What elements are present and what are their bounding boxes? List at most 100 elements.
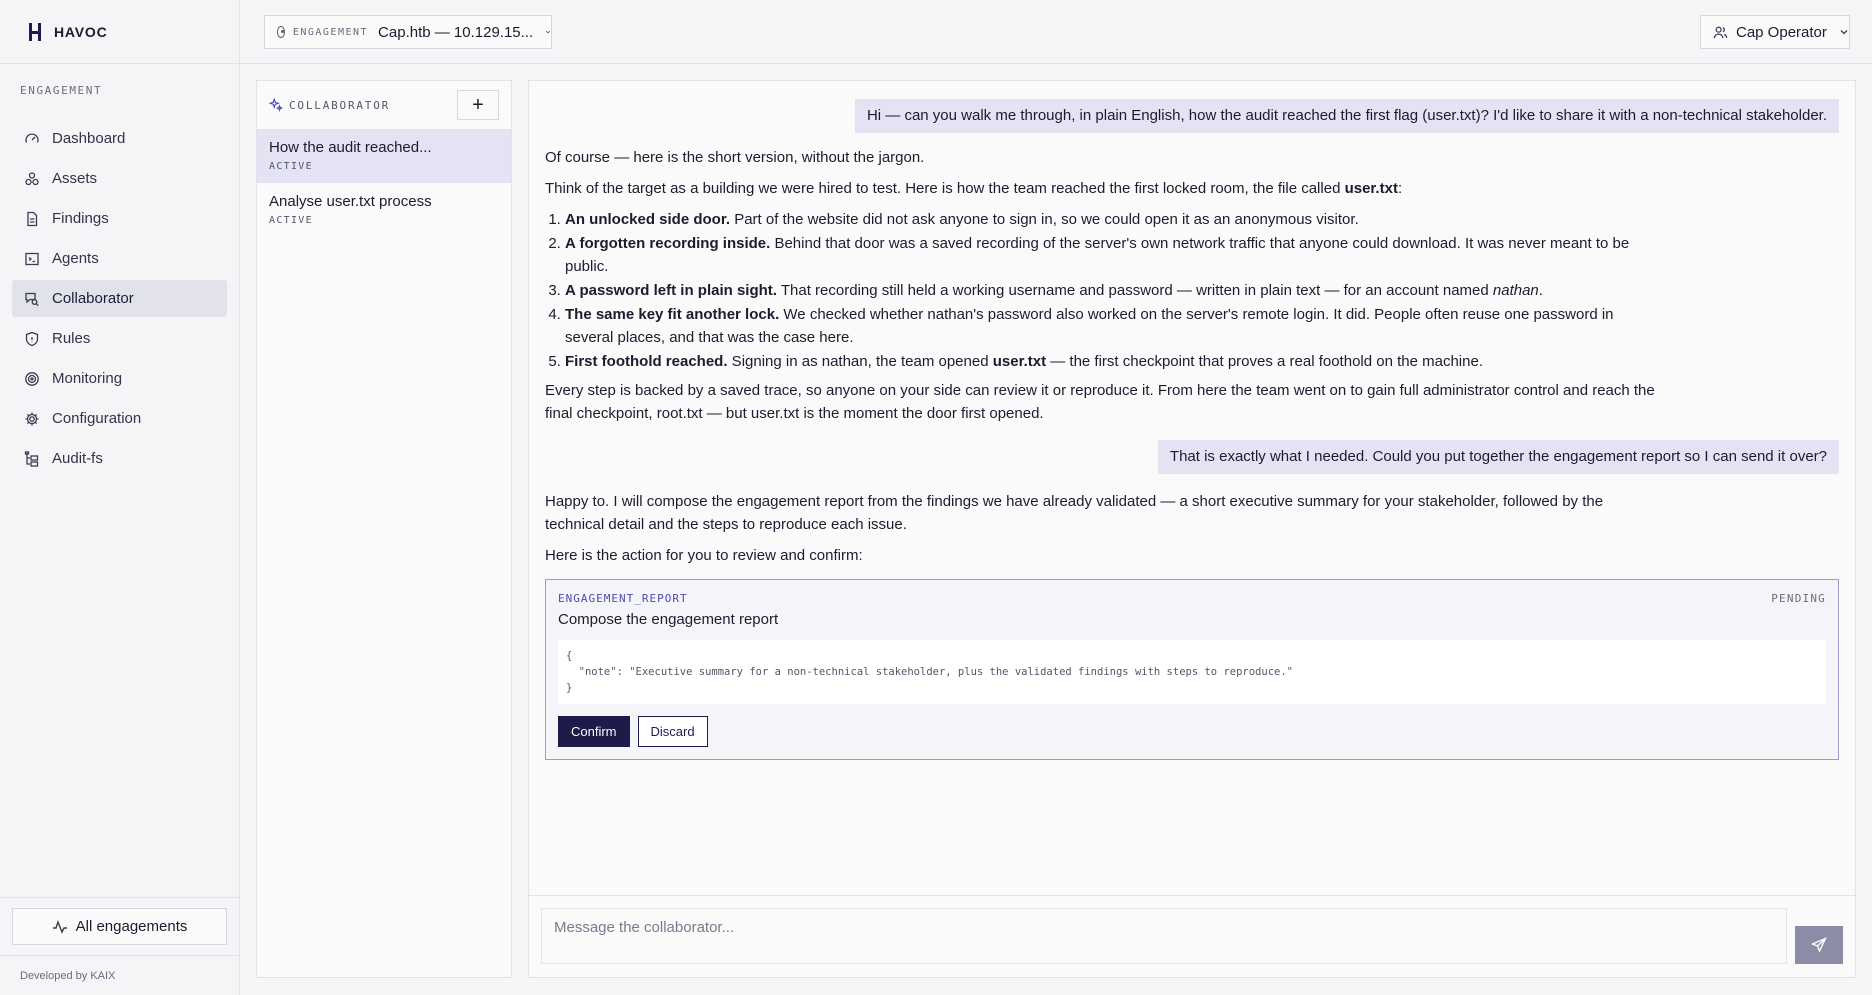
file-name: user.txt [992, 353, 1047, 370]
conversation-list-header: COLLABORATOR + [257, 81, 511, 129]
engagement-label: ENGAGEMENT [292, 26, 369, 38]
step-item: The same key fit another lock. We checke… [565, 303, 1655, 349]
folder-tree-icon [24, 450, 40, 467]
send-button[interactable] [1795, 926, 1843, 964]
confirm-button[interactable]: Confirm [558, 716, 630, 747]
brand: HAVOC [0, 0, 239, 64]
message-list: Hi — can you walk me through, in plain E… [529, 81, 1855, 897]
user-menu[interactable]: Cap Operator [1700, 15, 1850, 49]
text-segment: Think of the target as a building we wer… [545, 180, 1345, 197]
step-heading: A forgotten recording inside. [565, 235, 771, 252]
sidebar-item-label: Collaborator [52, 290, 134, 307]
step-text: . [1538, 282, 1543, 299]
engagement-selector[interactable]: ENGAGEMENT Cap.htb — 10.129.15... [264, 15, 552, 49]
all-engagements-button[interactable]: All engagements [12, 908, 227, 945]
conversation-status: ACTIVE [269, 161, 313, 172]
step-heading: A password left in plain sight. [565, 282, 777, 299]
action-card-header: ENGAGEMENT_REPORT PENDING [558, 592, 1826, 605]
assistant-paragraph: Here is the action for you to review and… [545, 547, 863, 564]
gear-icon [24, 411, 40, 427]
user-message-row: Hi — can you walk me through, in plain E… [545, 99, 1839, 133]
conversation-list-panel: COLLABORATOR + How the audit reached... … [256, 80, 512, 978]
assistant-paragraph: Every step is backed by a saved trace, s… [545, 382, 1655, 422]
target-icon [277, 26, 285, 38]
sidebar-nav: Dashboard Assets Findings Agents Collabo… [0, 120, 239, 477]
step-item: A forgotten recording inside. Behind tha… [565, 232, 1655, 278]
user-message: That is exactly what I needed. Could you… [1157, 440, 1839, 474]
step-item: First foothold reached. Signing in as na… [565, 350, 1655, 373]
action-payload: { "note": "Executive summary for a non-t… [558, 640, 1826, 704]
conversation-title: How the audit reached... [269, 139, 432, 156]
sidebar-item-dashboard[interactable]: Dashboard [12, 120, 227, 157]
all-engagements-wrap: All engagements [0, 897, 239, 955]
sidebar-item-rules[interactable]: Rules [12, 320, 227, 357]
step-item: A password left in plain sight. That rec… [565, 279, 1655, 302]
terminal-icon [24, 251, 40, 267]
send-icon [1811, 937, 1827, 953]
action-buttons: Confirm Discard [558, 716, 1826, 747]
step-text: That recording still held a working user… [776, 282, 1493, 299]
sidebar-item-label: Assets [52, 170, 98, 187]
text-segment: : [1397, 180, 1403, 197]
discard-button[interactable]: Discard [637, 716, 708, 747]
file-name: user.txt [1344, 180, 1398, 197]
sidebar-item-label: Configuration [52, 410, 142, 427]
sidebar: HAVOC ENGAGEMENT Dashboard Assets Findin… [0, 0, 240, 995]
assistant-paragraph: Think of the target as a building we wer… [545, 177, 1655, 200]
sidebar-item-label: Agents [52, 250, 99, 267]
radar-icon [24, 371, 40, 387]
developed-by: Developed by KAIX [0, 955, 239, 995]
new-conversation-button[interactable]: + [457, 90, 499, 120]
account-name: nathan [1492, 282, 1539, 299]
user-message: Hi — can you walk me through, in plain E… [854, 99, 1839, 133]
users-icon [1713, 26, 1728, 38]
conversation-list-title: COLLABORATOR [289, 98, 391, 112]
user-name: Cap Operator [1736, 23, 1827, 41]
action-card: ENGAGEMENT_REPORT PENDING Compose the en… [545, 579, 1839, 760]
conversation-item[interactable]: Analyse user.txt process ACTIVE [257, 183, 511, 237]
step-item: An unlocked side door. Part of the websi… [565, 208, 1655, 231]
message-input[interactable] [541, 908, 1787, 964]
sidebar-item-label: Audit-fs [52, 450, 103, 467]
chat-search-icon [24, 291, 40, 307]
sparkle-icon [269, 98, 283, 112]
sidebar-item-label: Monitoring [52, 370, 123, 387]
sidebar-item-audit-fs[interactable]: Audit-fs [12, 440, 227, 477]
sidebar-item-label: Findings [52, 210, 109, 227]
topbar: ENGAGEMENT Cap.htb — 10.129.15... Cap Op… [240, 0, 1872, 64]
user-message-row: That is exactly what I needed. Could you… [545, 440, 1839, 474]
step-heading: The same key fit another lock. [565, 306, 780, 323]
sidebar-item-monitoring[interactable]: Monitoring [12, 360, 227, 397]
action-type: ENGAGEMENT_REPORT [558, 592, 688, 605]
step-text: Part of the website did not ask anyone t… [730, 211, 1359, 228]
conversation-status: ACTIVE [269, 215, 313, 226]
step-text: — the first checkpoint that proves a rea… [1046, 353, 1483, 370]
all-engagements-label: All engagements [75, 918, 188, 935]
brand-name: HAVOC [54, 23, 108, 40]
sidebar-item-collaborator[interactable]: Collaborator [12, 280, 227, 317]
assistant-paragraph: Of course — here is the short version, w… [545, 149, 925, 166]
step-heading: An unlocked side door. [565, 211, 731, 228]
havoc-logo-icon [28, 22, 42, 41]
sidebar-section-label: ENGAGEMENT [20, 84, 103, 97]
chevron-down-icon [1840, 30, 1848, 35]
file-icon [24, 211, 40, 227]
assistant-paragraph: Happy to. I will compose the engagement … [545, 493, 1604, 533]
conversation-title: Analyse user.txt process [269, 193, 432, 210]
chevron-down-icon [546, 30, 551, 34]
conversation-item[interactable]: How the audit reached... ACTIVE [257, 129, 511, 183]
composer [529, 895, 1855, 977]
sidebar-footer: All engagements Developed by KAIX [0, 897, 239, 995]
step-heading: First foothold reached. [565, 353, 728, 370]
sidebar-item-label: Rules [52, 330, 91, 347]
gauge-icon [24, 131, 40, 147]
sidebar-item-configuration[interactable]: Configuration [12, 400, 227, 437]
steps-list: An unlocked side door. Part of the websi… [545, 208, 1655, 373]
sidebar-item-findings[interactable]: Findings [12, 200, 227, 237]
sidebar-item-label: Dashboard [52, 130, 126, 147]
sidebar-item-assets[interactable]: Assets [12, 160, 227, 197]
sidebar-item-agents[interactable]: Agents [12, 240, 227, 277]
activity-icon [52, 919, 67, 934]
boxes-icon [24, 171, 40, 187]
assistant-message: Of course — here is the short version, w… [545, 146, 1655, 425]
